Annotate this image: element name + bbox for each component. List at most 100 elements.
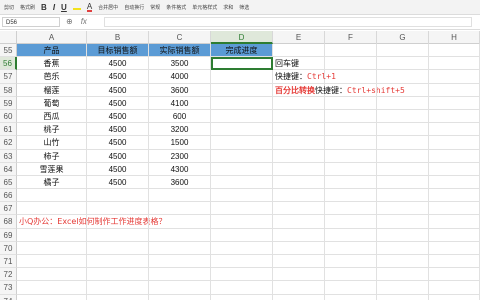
cell-a72[interactable] [17,268,87,282]
cell-h63[interactable] [429,149,480,163]
column-header-f[interactable]: F [325,31,377,44]
cell-a71[interactable] [17,255,87,269]
cell-e56[interactable]: 回车键 [273,57,325,71]
cell-h62[interactable] [429,136,480,150]
row-header[interactable]: 71 [0,255,17,269]
cell-f66[interactable] [325,189,377,203]
cell-e71[interactable] [273,255,325,269]
cell-g58[interactable] [377,83,429,97]
cell-d55[interactable]: 完成进度 [211,44,273,58]
cell-h70[interactable] [429,241,480,255]
cell-c72[interactable] [149,268,211,282]
cell-d66[interactable] [211,189,273,203]
cell-b59[interactable]: 4500 [87,96,149,110]
cell-d56[interactable] [211,57,273,71]
column-header-g[interactable]: G [377,31,429,44]
cell-d74[interactable] [211,294,273,300]
cell-d58[interactable] [211,83,273,97]
column-header-d[interactable]: D [211,31,273,44]
cell-d69[interactable] [211,228,273,242]
cell-f71[interactable] [325,255,377,269]
row-header[interactable]: 73 [0,281,17,295]
cell-b67[interactable] [87,202,149,216]
cell-a69[interactable] [17,228,87,242]
cell-f60[interactable] [325,109,377,124]
cell-f70[interactable] [325,241,377,255]
cell-b72[interactable] [87,268,149,282]
cell-c59[interactable]: 4100 [149,96,211,110]
column-header-b[interactable]: B [87,31,149,44]
column-header-a[interactable]: A [17,31,87,44]
cell-g73[interactable] [377,281,429,295]
zoom-icon[interactable]: ⊕ [66,17,73,27]
cell-d63[interactable] [211,149,273,163]
cell-d71[interactable] [211,255,273,269]
cell-g56[interactable] [377,57,429,71]
cell-e65[interactable] [273,175,325,190]
cell-f65[interactable] [325,175,377,190]
cell-d60[interactable] [211,109,273,124]
cell-f64[interactable] [325,162,377,176]
cell-h74[interactable] [429,294,480,300]
cell-e66[interactable] [273,189,325,203]
cell-g65[interactable] [377,175,429,190]
cell-c68[interactable] [149,215,211,229]
cell-c55[interactable]: 实际销售额 [149,44,211,58]
cell-b74[interactable] [87,294,149,300]
cell-e60[interactable] [273,109,325,124]
cell-h58[interactable] [429,83,480,97]
cell-g55[interactable] [377,44,429,58]
cell-d57[interactable] [211,70,273,84]
cell-b56[interactable]: 4500 [87,57,149,71]
cell-a73[interactable] [17,281,87,295]
cell-c69[interactable] [149,228,211,242]
cell-d59[interactable] [211,96,273,110]
cell-b64[interactable]: 4500 [87,162,149,176]
cell-f69[interactable] [325,228,377,242]
cell-c64[interactable]: 4300 [149,162,211,176]
cell-g70[interactable] [377,241,429,255]
cell-g64[interactable] [377,162,429,176]
cell-h68[interactable] [429,215,480,229]
column-header-e[interactable]: E [273,31,325,44]
cell-c56[interactable]: 3500 [149,57,211,71]
cell-f55[interactable] [325,44,377,58]
cell-f57[interactable] [325,70,377,84]
cell-c57[interactable]: 4000 [149,70,211,84]
cell-a58[interactable]: 榴莲 [17,83,87,97]
cell-h69[interactable] [429,228,480,242]
cell-a55[interactable]: 产品 [17,44,87,58]
cell-g71[interactable] [377,255,429,269]
cell-h67[interactable] [429,202,480,216]
cell-e73[interactable] [273,281,325,295]
cell-e59[interactable] [273,96,325,110]
cell-a65[interactable]: 橘子 [17,175,87,190]
cell-e55[interactable] [273,44,325,58]
cell-e74[interactable] [273,294,325,300]
cell-f56[interactable] [325,57,377,71]
cell-e69[interactable] [273,228,325,242]
cell-d65[interactable] [211,175,273,190]
cell-g59[interactable] [377,96,429,110]
cell-c71[interactable] [149,255,211,269]
cell-c67[interactable] [149,202,211,216]
cell-c63[interactable]: 2300 [149,149,211,163]
cell-f74[interactable] [325,294,377,300]
cell-h60[interactable] [429,109,480,124]
row-header[interactable]: 67 [0,202,17,216]
cell-h61[interactable] [429,123,480,137]
cell-b55[interactable]: 目标销售额 [87,44,149,58]
cell-c65[interactable]: 3600 [149,175,211,190]
format-painter-button[interactable]: 格式刷 [20,4,35,11]
cell-f63[interactable] [325,149,377,163]
column-header-h[interactable]: H [429,31,480,44]
row-header[interactable]: 66 [0,189,17,203]
bold-button[interactable]: B [41,3,47,12]
cell-e58[interactable]: 百分比转换快捷键：Ctrl+shift+5 [273,83,405,97]
cell-b68[interactable] [87,215,149,229]
cell-f62[interactable] [325,136,377,150]
cell-a62[interactable]: 山竹 [17,136,87,150]
row-header[interactable]: 74 [0,294,17,300]
cell-c70[interactable] [149,241,211,255]
cell-f73[interactable] [325,281,377,295]
